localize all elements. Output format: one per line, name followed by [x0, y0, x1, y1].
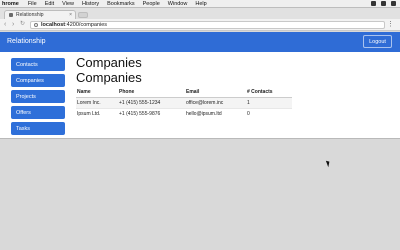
sidebar-item-projects[interactable]: Projects — [11, 90, 65, 103]
menu-edit[interactable]: Edit — [45, 1, 54, 7]
browser-tab[interactable]: Relationship × — [4, 10, 76, 19]
menu-window[interactable]: Window — [168, 1, 188, 7]
status-icons — [371, 1, 396, 6]
sidebar-item-companies[interactable]: Companies — [11, 74, 65, 87]
table-header-row: Name Phone Email # Contacts — [76, 88, 292, 98]
menu-history[interactable]: History — [82, 1, 99, 7]
back-arrow-icon[interactable]: ‹ — [4, 21, 6, 28]
cell-contacts: 1 — [246, 96, 292, 108]
url-path: :4200/companies — [65, 22, 108, 28]
forward-arrow-icon[interactable]: › — [12, 21, 14, 28]
url-host: localhost — [41, 22, 66, 28]
menu-app-name[interactable]: hrome — [2, 1, 19, 7]
column-header-email: Email — [185, 88, 246, 98]
main-content: Companies Companies Name Phone Email # C… — [76, 56, 296, 119]
menu-view[interactable]: View — [62, 1, 74, 7]
menu-people[interactable]: People — [143, 1, 160, 7]
address-bar[interactable]: localhost :4200/companies — [30, 21, 385, 29]
browser-toolbar: ‹ › ↻ localhost :4200/companies ⋮ — [0, 19, 400, 31]
status-icon[interactable] — [381, 1, 386, 6]
reload-icon[interactable]: ↻ — [20, 21, 25, 28]
menu-file[interactable]: File — [28, 1, 37, 7]
column-header-name: Name — [76, 88, 118, 98]
cell-email: hello@ipsum.ltd — [185, 107, 246, 119]
cell-phone: +1 (415) 555-9876 — [118, 107, 185, 119]
page-title: Companies — [76, 55, 142, 70]
status-icon[interactable] — [371, 1, 376, 6]
cell-contacts: 0 — [246, 107, 292, 119]
column-header-phone: Phone — [118, 88, 185, 98]
column-header-contacts: # Contacts — [246, 88, 292, 98]
app-navbar: Relationship Logout — [0, 32, 400, 52]
cell-name: Ipsum Ltd. — [76, 107, 118, 119]
table-row[interactable]: Lorem Inc. +1 (415) 555-1234 office@lore… — [76, 96, 292, 108]
cell-name: Lorem Inc. — [76, 96, 118, 108]
companies-table: Name Phone Email # Contacts Lorem Inc. +… — [76, 88, 292, 119]
info-icon[interactable] — [34, 23, 38, 27]
tab-title: Relationship — [16, 12, 44, 18]
cell-email: office@lorem.inc — [185, 96, 246, 108]
status-icon[interactable] — [391, 1, 396, 6]
system-menubar: hrome File Edit View History Bookmarks P… — [0, 0, 400, 8]
page-viewport: Relationship Logout Contacts Companies P… — [0, 32, 400, 139]
browser-menu-icon[interactable]: ⋮ — [387, 21, 394, 28]
logout-button[interactable]: Logout — [363, 35, 392, 48]
tab-strip: Relationship × — [0, 8, 400, 19]
sidebar-item-tasks[interactable]: Tasks — [11, 122, 65, 135]
sidebar-item-offers[interactable]: Offers — [11, 106, 65, 119]
sidebar: Contacts Companies Projects Offers Tasks — [11, 58, 65, 138]
app-brand[interactable]: Relationship — [7, 38, 46, 45]
menu-bookmarks[interactable]: Bookmarks — [107, 1, 135, 7]
favicon-icon — [9, 13, 13, 17]
cell-phone: +1 (415) 555-1234 — [118, 96, 185, 108]
table-row[interactable]: Ipsum Ltd. +1 (415) 555-9876 hello@ipsum… — [76, 107, 292, 119]
sidebar-item-contacts[interactable]: Contacts — [11, 58, 65, 71]
section-title: Companies — [76, 70, 142, 85]
mouse-cursor-icon — [325, 159, 332, 168]
menu-help[interactable]: Help — [195, 1, 206, 7]
new-tab-button[interactable] — [78, 12, 88, 18]
close-icon[interactable]: × — [69, 12, 72, 18]
